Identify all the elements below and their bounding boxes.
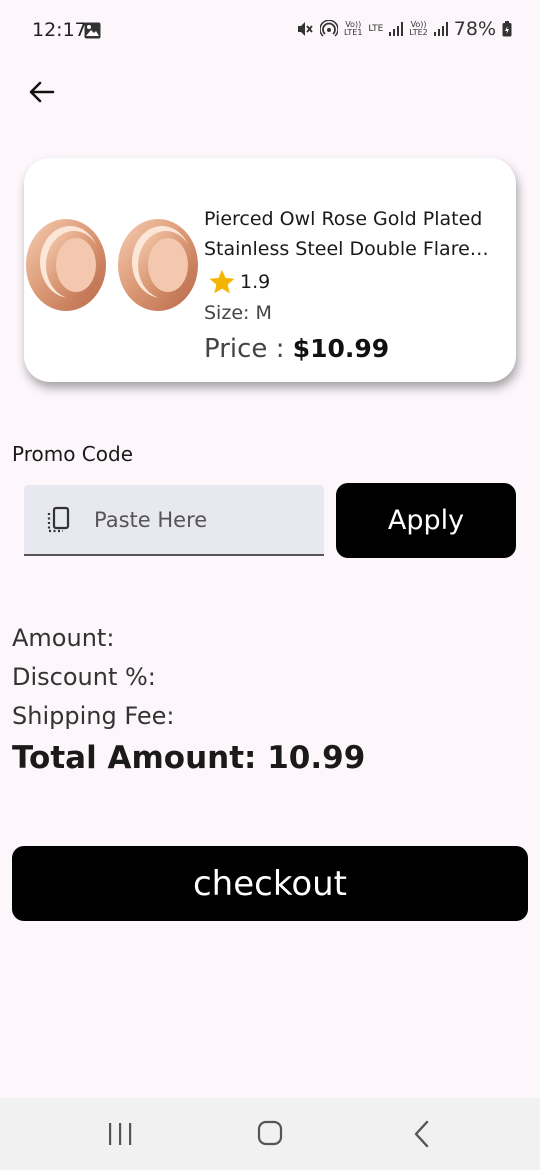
product-card[interactable]: Pierced Owl Rose Gold Plated Stainless S… bbox=[24, 158, 516, 382]
price-label: Price : bbox=[204, 334, 293, 364]
hotspot-icon bbox=[320, 20, 339, 37]
lte1-indicator: Vo)) LTE1 bbox=[344, 21, 362, 37]
lte2-bottom: LTE2 bbox=[409, 28, 428, 37]
product-image bbox=[26, 219, 198, 311]
navigation-bar bbox=[0, 1098, 540, 1170]
back-arrow-icon[interactable] bbox=[26, 76, 58, 108]
total-amount: Total Amount: 10.99 bbox=[12, 740, 366, 776]
mute-icon bbox=[298, 22, 313, 36]
battery-icon bbox=[502, 21, 512, 37]
product-title: Pierced Owl Rose Gold Plated Stainless S… bbox=[204, 208, 483, 260]
apply-button[interactable]: Apply bbox=[336, 483, 516, 558]
nav-back-icon[interactable] bbox=[412, 1120, 432, 1148]
checkout-button[interactable]: checkout bbox=[12, 846, 528, 921]
amount-label: Amount: bbox=[12, 624, 115, 652]
rating-value: 1.9 bbox=[240, 271, 271, 293]
product-size: Size: M bbox=[204, 302, 272, 324]
status-bar: 12:17 Vo)) LTE1 LTE Vo)) LTE2 78% bbox=[0, 0, 540, 62]
promo-code-label: Promo Code bbox=[12, 442, 134, 466]
signal-icon bbox=[389, 22, 404, 36]
discount-label: Discount %: bbox=[12, 663, 156, 691]
home-icon[interactable] bbox=[257, 1120, 283, 1146]
product-rating: 1.9 bbox=[208, 268, 270, 296]
status-icons: Vo)) LTE1 LTE Vo)) LTE2 78% bbox=[296, 18, 512, 40]
recent-apps-icon[interactable] bbox=[107, 1122, 133, 1146]
paste-icon[interactable] bbox=[44, 505, 74, 535]
battery-percent: 78% bbox=[453, 18, 496, 40]
lte-label: LTE bbox=[368, 24, 384, 34]
signal-icon bbox=[433, 22, 448, 36]
promo-code-input[interactable] bbox=[94, 503, 304, 537]
lte1-bottom: LTE1 bbox=[344, 28, 363, 37]
lte2-indicator: Vo)) LTE2 bbox=[409, 21, 427, 37]
shipping-fee-label: Shipping Fee: bbox=[12, 702, 175, 730]
status-time: 12:17 bbox=[32, 19, 87, 41]
product-price: Price : $10.99 bbox=[204, 334, 389, 364]
price-value: $10.99 bbox=[292, 334, 390, 363]
promo-code-field[interactable] bbox=[24, 485, 324, 556]
star-icon bbox=[209, 269, 235, 294]
gallery-icon bbox=[84, 22, 101, 39]
